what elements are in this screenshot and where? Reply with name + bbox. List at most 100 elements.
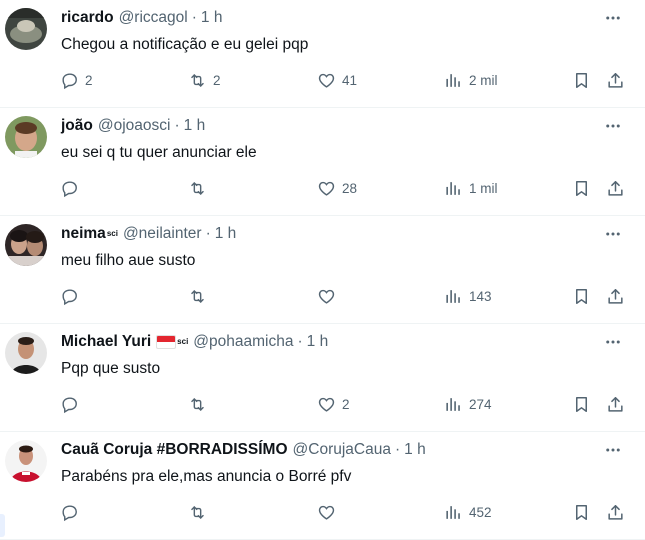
views-icon <box>446 73 460 87</box>
share-icon <box>608 504 623 520</box>
bookmark-button[interactable] <box>572 284 591 308</box>
heart-icon <box>318 289 335 304</box>
views-button[interactable]: 143 <box>444 284 492 308</box>
views-button[interactable]: 274 <box>444 392 492 416</box>
user-handle[interactable]: @CorujaCaua <box>293 440 391 460</box>
like-count: 28 <box>342 180 358 196</box>
like-button[interactable] <box>317 284 342 308</box>
separator: · <box>297 333 303 350</box>
more-icon[interactable] <box>601 438 625 462</box>
reply-feed: ricardo @riccagol · 1 h Chegou a notific… <box>0 0 645 540</box>
more-icon[interactable] <box>601 6 625 30</box>
tweet-text: Pqp que susto <box>61 360 161 377</box>
separator: · <box>205 225 211 242</box>
views-button[interactable]: 1 mil <box>444 176 498 200</box>
share-button[interactable] <box>606 68 625 92</box>
retweet-count: 2 <box>213 72 221 88</box>
share-button[interactable] <box>606 500 625 524</box>
avatar[interactable] <box>5 8 47 50</box>
flag-icon <box>156 335 177 349</box>
share-button[interactable] <box>606 392 625 416</box>
retweet-button[interactable] <box>188 284 213 308</box>
display-name[interactable]: joão <box>61 116 93 136</box>
timestamp[interactable]: 1 h <box>184 116 206 136</box>
action-bar: 452 <box>0 500 645 524</box>
action-bar: 2 274 <box>0 392 645 416</box>
bookmark-button[interactable] <box>572 392 591 416</box>
retweet-button[interactable]: 2 <box>188 68 221 92</box>
like-button[interactable] <box>317 500 342 524</box>
share-button[interactable] <box>606 284 625 308</box>
display-name[interactable]: ricardo <box>61 8 114 28</box>
side-edge <box>0 514 5 537</box>
separator: · <box>174 117 180 134</box>
bookmark-button[interactable] <box>572 68 591 92</box>
views-count: 452 <box>469 504 492 520</box>
name-badge: sci <box>177 337 189 346</box>
avatar[interactable] <box>5 332 47 374</box>
reply-button[interactable] <box>60 284 85 308</box>
like-button[interactable]: 28 <box>317 176 357 200</box>
reply-icon <box>62 72 77 89</box>
tweet[interactable]: ricardo @riccagol · 1 h Chegou a notific… <box>0 0 645 108</box>
display-name[interactable]: neima <box>61 224 106 244</box>
bookmark-button[interactable] <box>572 500 591 524</box>
bookmark-icon <box>575 396 588 412</box>
share-icon <box>608 180 623 196</box>
reply-icon <box>62 504 77 521</box>
heart-icon <box>318 505 335 520</box>
timestamp[interactable]: 1 h <box>215 224 237 244</box>
reply-icon <box>62 288 77 305</box>
tweet-text: meu filho aue susto <box>61 252 196 269</box>
user-handle[interactable]: @riccagol <box>119 8 188 28</box>
more-icon[interactable] <box>601 114 625 138</box>
share-button[interactable] <box>606 176 625 200</box>
like-button[interactable]: 2 <box>317 392 350 416</box>
retweet-button[interactable] <box>188 176 213 200</box>
retweet-icon <box>191 397 204 411</box>
tweet[interactable]: Michael Yuri sci @pohaamicha · 1 h Pqp q… <box>0 324 645 432</box>
action-bar: 143 <box>0 284 645 308</box>
tweet[interactable]: Cauã Coruja #BORRADISSÍMO @CorujaCaua · … <box>0 432 645 540</box>
timestamp[interactable]: 1 h <box>307 332 329 352</box>
user-handle[interactable]: @pohaamicha <box>193 332 293 352</box>
retweet-button[interactable] <box>188 392 213 416</box>
reply-button[interactable] <box>60 392 85 416</box>
reply-button[interactable]: 2 <box>60 68 93 92</box>
share-icon <box>608 396 623 412</box>
separator: · <box>191 9 197 26</box>
views-icon <box>446 181 460 195</box>
reply-icon <box>62 180 77 197</box>
bookmark-icon <box>575 180 588 196</box>
action-bar: 28 1 mil <box>0 176 645 200</box>
tweet[interactable]: joão @ojoaosci · 1 h eu sei q tu quer an… <box>0 108 645 216</box>
user-handle[interactable]: @neilainter <box>123 224 202 244</box>
reply-button[interactable] <box>60 500 85 524</box>
display-name[interactable]: Cauã Coruja #BORRADISSÍMO <box>61 440 288 460</box>
avatar[interactable] <box>5 440 47 482</box>
bookmark-button[interactable] <box>572 176 591 200</box>
avatar[interactable] <box>5 224 47 266</box>
views-button[interactable]: 452 <box>444 500 492 524</box>
views-button[interactable]: 2 mil <box>444 68 498 92</box>
views-icon <box>446 289 460 303</box>
timestamp[interactable]: 1 h <box>201 8 223 28</box>
views-icon <box>446 397 460 411</box>
avatar[interactable] <box>5 116 47 158</box>
more-icon[interactable] <box>601 330 625 354</box>
separator: · <box>394 441 401 458</box>
display-name[interactable]: Michael Yuri <box>61 332 151 352</box>
retweet-button[interactable] <box>188 500 213 524</box>
timestamp[interactable]: 1 h <box>404 440 426 460</box>
retweet-icon <box>191 505 204 519</box>
views-icon <box>446 505 460 519</box>
reply-button[interactable] <box>60 176 85 200</box>
heart-icon <box>318 73 335 88</box>
like-button[interactable]: 41 <box>317 68 357 92</box>
tweet[interactable]: neima sci @neilainter · 1 h meu filho aue… <box>0 216 645 324</box>
reply-icon <box>62 396 77 413</box>
user-handle[interactable]: @ojoaosci <box>98 116 171 136</box>
more-icon[interactable] <box>601 222 625 246</box>
share-icon <box>608 288 623 304</box>
share-icon <box>608 72 623 88</box>
